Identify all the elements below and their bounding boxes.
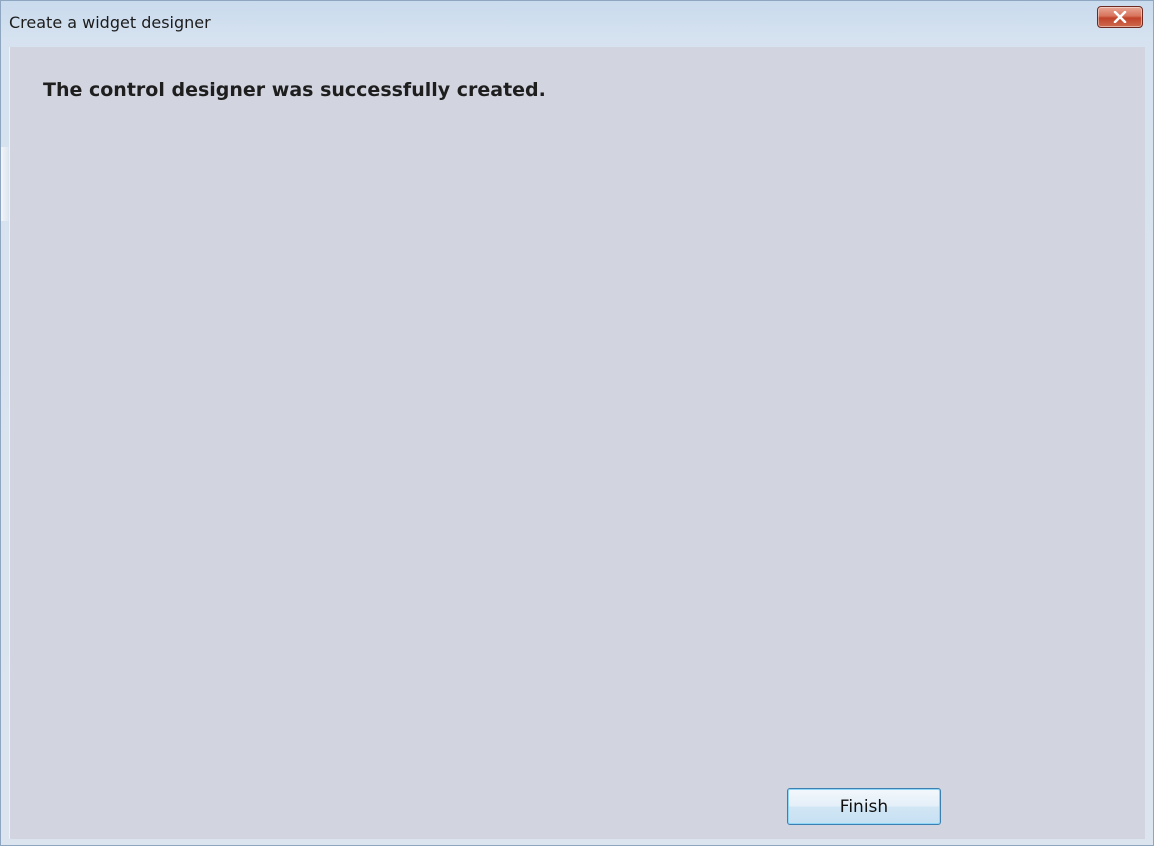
dialog-client-area: The control designer was successfully cr… (9, 47, 1145, 839)
dialog-window: Create a widget designer The control des… (0, 0, 1154, 846)
window-frame-highlight (1, 147, 9, 221)
window-title: Create a widget designer (9, 13, 211, 32)
close-icon (1113, 11, 1127, 23)
title-bar[interactable]: Create a widget designer (1, 1, 1153, 43)
finish-button[interactable]: Finish (787, 788, 941, 825)
success-message: The control designer was successfully cr… (43, 79, 546, 101)
close-button[interactable] (1097, 6, 1143, 28)
